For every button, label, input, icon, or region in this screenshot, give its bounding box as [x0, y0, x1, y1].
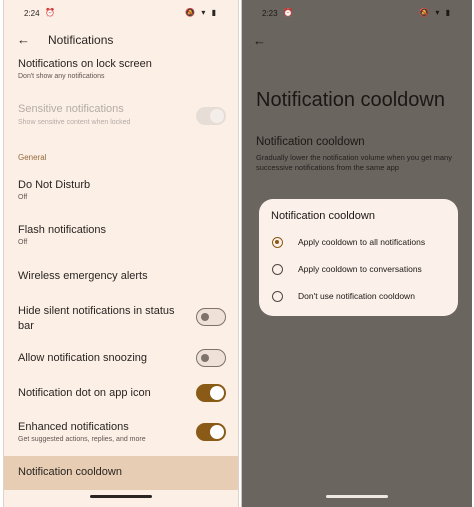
item-title: Flash notifications — [18, 224, 107, 236]
status-bar: 2:24 ⏰ 🔕 ▾ ▮ — [4, 8, 238, 21]
item-title: Allow notification snoozing — [18, 352, 148, 364]
notification-dot-toggle[interactable] — [196, 384, 226, 402]
section-header: General — [18, 153, 47, 162]
snoozing-toggle[interactable] — [196, 349, 226, 367]
preference-summary: Gradually lower the notification volume … — [256, 153, 452, 172]
item-subtitle: Get suggested actions, replies, and more — [18, 436, 146, 443]
item-subtitle: Don't show any notifications — [18, 73, 105, 80]
page-title: Notification cooldown — [256, 89, 445, 111]
sensitive-notifications-toggle — [196, 107, 226, 125]
item-subtitle: Off — [18, 239, 28, 246]
radio-button[interactable] — [272, 291, 283, 302]
hide-silent-toggle[interactable] — [196, 308, 226, 326]
settings-notifications-screen: 2:24 ⏰ 🔕 ▾ ▮ ← Notifications Notificatio… — [3, 0, 239, 507]
radio-button[interactable] — [272, 264, 283, 275]
back-arrow-icon[interactable]: ← — [253, 33, 266, 48]
item-title: Hide silent notifications in status bar — [18, 305, 175, 332]
page-title: Notifications — [48, 33, 114, 47]
preference-title[interactable]: Notification cooldown — [256, 136, 365, 148]
alarm-icon: ⏰ — [45, 8, 55, 17]
radio-label[interactable]: Apply cooldown to all notifications — [298, 237, 425, 247]
back-arrow-icon[interactable]: ← — [17, 32, 30, 47]
radio-button-selected[interactable] — [272, 237, 283, 248]
status-time: 2:24 — [24, 9, 40, 18]
status-icons: 🔕 ▾ ▮ — [419, 8, 452, 17]
item-title: Notification dot on app icon — [18, 387, 151, 399]
gesture-navigation-bar[interactable] — [326, 495, 388, 498]
status-time: 2:23 — [262, 9, 278, 18]
radio-label[interactable]: Apply cooldown to conversations — [298, 264, 422, 274]
status-bar: 2:23 ⏰ 🔕 ▾ ▮ — [242, 8, 472, 21]
item-subtitle: Show sensitive content when locked — [18, 119, 131, 126]
dialog-title: Notification cooldown — [271, 210, 375, 222]
status-icons: 🔕 ▾ ▮ — [185, 8, 218, 17]
item-title: Notification cooldown — [18, 466, 122, 478]
enhanced-notifications-toggle[interactable] — [196, 423, 226, 441]
cooldown-dialog: Notification cooldown Apply cooldown to … — [259, 199, 458, 316]
item-title: Sensitive notifications — [18, 103, 124, 115]
item-subtitle: Off — [18, 194, 28, 201]
item-title: Enhanced notifications — [18, 421, 129, 433]
item-title: Do Not Disturb — [18, 179, 91, 191]
radio-label[interactable]: Don't use notification cooldown — [298, 291, 415, 301]
notification-cooldown-row[interactable]: Notification cooldown — [4, 456, 238, 490]
alarm-icon: ⏰ — [283, 8, 293, 17]
item-title: Wireless emergency alerts — [18, 270, 148, 282]
item-title: Notifications on lock screen — [18, 58, 152, 70]
gesture-navigation-bar[interactable] — [90, 495, 152, 498]
notification-cooldown-screen: 2:23 ⏰ 🔕 ▾ ▮ ← Notification cooldown Not… — [241, 0, 472, 507]
